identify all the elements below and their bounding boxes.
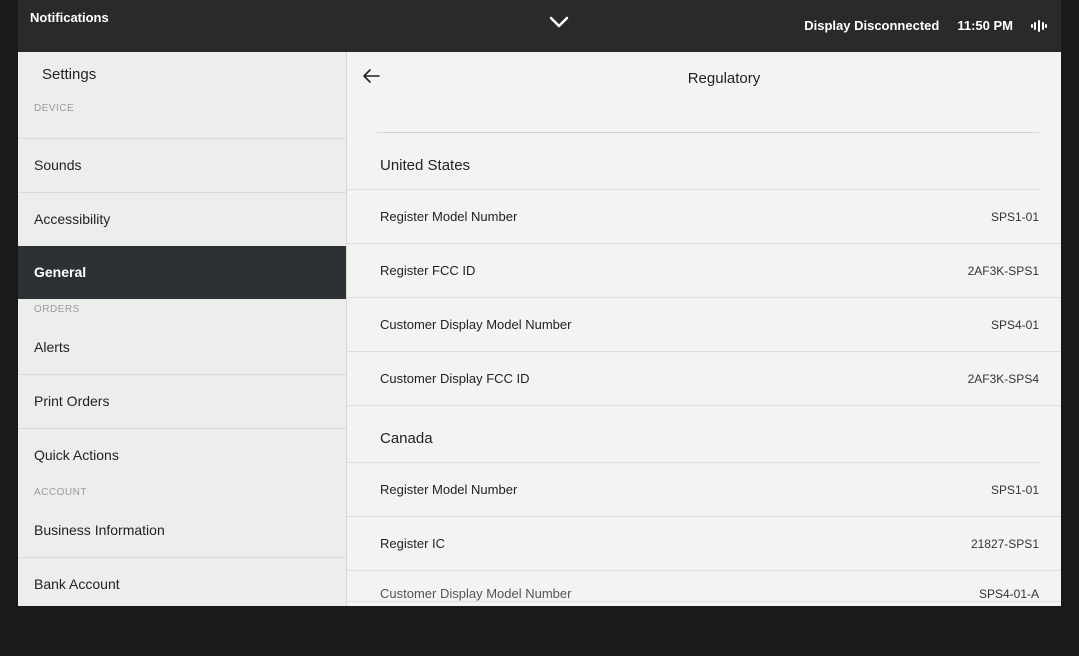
list-item: Customer Display Model Number SPS4-01	[347, 298, 1061, 352]
section-header-device: DEVICE	[34, 103, 75, 114]
row-value: 2AF3K-SPS1	[967, 263, 1039, 278]
sidebar-item-bank-account[interactable]: Bank Account	[18, 557, 346, 606]
sidebar-item-quick-actions[interactable]: Quick Actions	[18, 428, 346, 482]
list-item: Customer Display FCC ID 2AF3K-SPS4	[347, 352, 1061, 406]
list-item: Register FCC ID 2AF3K-SPS1	[347, 244, 1061, 298]
row-label: Register Model Number	[380, 209, 518, 224]
app-screen: Settings DEVICE Sounds Accessibility Gen…	[18, 52, 1061, 606]
regulatory-panel: Regulatory United States Register Model …	[347, 52, 1061, 606]
region-header-canada: Canada	[347, 406, 1039, 463]
page-title: Regulatory	[687, 70, 761, 87]
region-header-united-states: United States	[347, 133, 1039, 190]
sidebar-item-print-orders[interactable]: Print Orders	[18, 374, 346, 428]
clock: 11:50 PM	[957, 18, 1013, 33]
list-item: Register IC 21827-SPS1	[347, 517, 1061, 571]
row-value: 21827-SPS1	[970, 536, 1039, 551]
row-value: SPS4-01-A	[978, 587, 1039, 601]
row-label: Customer Display Model Number	[380, 586, 572, 601]
row-value: 2AF3K-SPS4	[967, 371, 1039, 386]
row-value: SPS1-01	[990, 482, 1039, 497]
display-status: Display Disconnected	[804, 18, 940, 33]
list-item: Customer Display Model Number SPS4-01-A	[347, 571, 1061, 602]
sidebar-item-general[interactable]: General	[18, 246, 346, 299]
settings-sidebar: Settings DEVICE Sounds Accessibility Gen…	[18, 52, 347, 606]
device-screen: Notifications Display Disconnected 11:50…	[18, 0, 1061, 606]
row-value: SPS1-01	[990, 209, 1039, 224]
row-label: Customer Display Model Number	[380, 317, 572, 332]
notifications-label[interactable]: Notifications	[30, 10, 109, 25]
network-icon	[1031, 19, 1047, 32]
status-bar: Notifications Display Disconnected 11:50…	[18, 0, 1061, 52]
sidebar-item-accessibility[interactable]: Accessibility	[18, 192, 346, 246]
row-label: Register Model Number	[380, 482, 518, 497]
row-value: SPS4-01	[990, 317, 1039, 332]
section-header-account: ACCOUNT	[34, 487, 87, 498]
page-header: Regulatory	[347, 52, 1061, 104]
sidebar-item-alerts[interactable]: Alerts	[18, 321, 346, 374]
sidebar-item-business-information[interactable]: Business Information	[18, 504, 346, 557]
list-item: Register Model Number SPS1-01	[347, 190, 1061, 244]
sidebar-item-sounds[interactable]: Sounds	[18, 138, 346, 192]
row-label: Register FCC ID	[380, 263, 476, 278]
list-item: Register Model Number SPS1-01	[347, 463, 1061, 517]
row-label: Customer Display FCC ID	[380, 371, 530, 386]
section-header-orders: ORDERS	[34, 304, 80, 315]
sidebar-title: Settings	[42, 66, 97, 83]
row-label: Register IC	[380, 536, 446, 551]
chevron-down-icon[interactable]	[548, 14, 570, 30]
